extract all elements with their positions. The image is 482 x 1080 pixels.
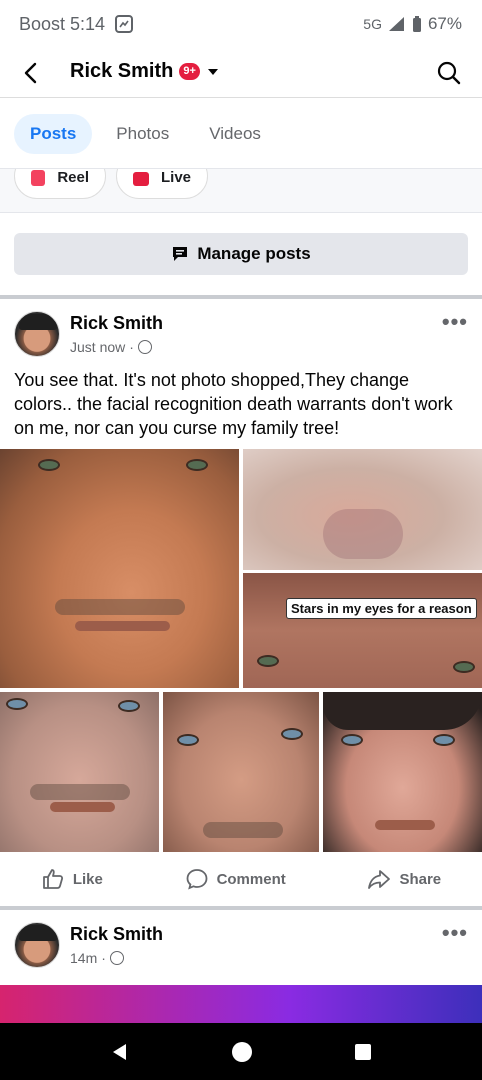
- top-bar: Rick Smith 9+: [0, 48, 482, 98]
- post-background-preview[interactable]: [0, 985, 482, 1023]
- profile-tabs: Posts Photos Videos: [0, 99, 482, 169]
- post-photo-2[interactable]: [243, 449, 482, 570]
- status-bar: Boost 5:14 5G 67%: [0, 0, 482, 48]
- globe-icon: [109, 951, 124, 965]
- nav-home-icon[interactable]: [231, 1041, 253, 1063]
- post-time[interactable]: 14m: [70, 950, 97, 966]
- battery-percent: 67%: [427, 14, 462, 33]
- manage-posts-label: Manage posts: [197, 244, 311, 263]
- reel-icon: [31, 170, 46, 186]
- more-options-button[interactable]: •••: [442, 920, 468, 946]
- post-photo-1[interactable]: [0, 449, 239, 688]
- post-meta: Just now ·: [70, 339, 152, 355]
- post-photo-5[interactable]: [163, 692, 319, 852]
- manage-posts-button[interactable]: Manage posts: [14, 233, 468, 275]
- nav-recents-icon[interactable]: [354, 1043, 372, 1061]
- tab-posts[interactable]: Posts: [14, 113, 93, 154]
- post-meta: 14m ·: [70, 950, 124, 966]
- comment-icon: [186, 869, 207, 890]
- post-header: Rick Smith Just now · •••: [0, 299, 482, 369]
- manage-posts-section: Manage posts: [0, 213, 482, 295]
- live-icon: [133, 172, 149, 186]
- reel-label: Reel: [57, 169, 89, 186]
- like-label: Like: [72, 870, 103, 888]
- post-actions: Like Comment Share: [0, 852, 482, 906]
- carrier-time: Boost 5:14: [19, 13, 106, 34]
- live-label: Live: [160, 169, 191, 186]
- post-photo-3[interactable]: [243, 573, 482, 688]
- photo-sticker: Stars in my eyes for a reason: [286, 598, 477, 619]
- post-photo-4[interactable]: [0, 692, 159, 852]
- notification-icon: [115, 15, 134, 33]
- tab-videos[interactable]: Videos: [193, 114, 277, 154]
- avatar[interactable]: [14, 922, 60, 968]
- tab-photos[interactable]: Photos: [100, 114, 185, 154]
- post-author[interactable]: Rick Smith: [70, 924, 163, 945]
- search-icon: [437, 61, 461, 85]
- avatar[interactable]: [14, 311, 60, 357]
- notification-badge: 9+: [179, 63, 200, 80]
- post-author[interactable]: Rick Smith: [70, 313, 163, 334]
- system-nav-bar: [0, 1023, 482, 1080]
- signal-icon: [388, 17, 404, 31]
- reel-button[interactable]: Reel: [14, 169, 106, 199]
- share-button[interactable]: Share: [367, 867, 441, 891]
- post-time[interactable]: Just now: [70, 339, 125, 355]
- battery-icon: [412, 16, 421, 32]
- comment-label: Comment: [216, 870, 286, 888]
- nav-back-icon[interactable]: [110, 1042, 130, 1062]
- live-button[interactable]: Live: [116, 169, 208, 199]
- post-photo-6[interactable]: [323, 692, 482, 852]
- like-icon: [42, 869, 63, 889]
- back-arrow-icon: [24, 62, 37, 84]
- manage-posts-icon: [173, 247, 188, 261]
- back-button[interactable]: [16, 58, 46, 88]
- more-options-button[interactable]: •••: [442, 309, 468, 335]
- post-header: Rick Smith 14m · •••: [0, 910, 482, 980]
- share-label: Share: [399, 870, 442, 888]
- globe-icon: [137, 340, 152, 354]
- create-row: Reel Live: [0, 169, 482, 213]
- post-text: You see that. It's not photo shopped,The…: [14, 370, 453, 438]
- search-button[interactable]: [434, 58, 464, 88]
- comment-button[interactable]: Comment: [185, 867, 286, 891]
- share-icon: [368, 870, 391, 889]
- caret-down-icon: [207, 68, 218, 75]
- like-button[interactable]: Like: [41, 867, 103, 891]
- network-label: 5G: [363, 16, 382, 32]
- profile-switcher[interactable]: Rick Smith 9+: [70, 60, 220, 83]
- page-title: Rick Smith: [70, 60, 174, 82]
